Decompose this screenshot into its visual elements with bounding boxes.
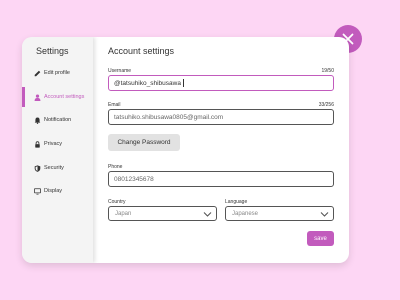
username-char-count: 19/50 [321,68,334,74]
text-caret [182,79,184,87]
edit-pencil-icon [33,69,41,77]
country-select[interactable]: Japan [108,206,217,221]
sidebar-item-security[interactable]: Security [22,160,93,176]
sidebar-item-label: Display [44,188,63,194]
user-icon [33,93,41,101]
username-label: Username [108,68,132,74]
email-field[interactable]: tatsuhiko.shibusawa0805@gmail.com [108,109,334,125]
save-button[interactable]: save [307,231,334,246]
sidebar-item-label: Account settings [44,94,85,100]
sidebar-item-account-settings[interactable]: Account settings [22,87,93,107]
sidebar-item-display[interactable]: Display [22,183,93,199]
country-value: Japan [115,210,132,217]
sidebar-item-privacy[interactable]: Privacy [22,136,93,152]
lock-icon [33,140,41,148]
language-value: Japanese [232,210,259,217]
email-char-count: 33/256 [318,102,334,108]
sidebar-title: Settings [36,46,69,56]
sidebar-item-edit-profile[interactable]: Edit profile [22,65,93,81]
sidebar-item-label: Notification [44,117,72,123]
language-select[interactable]: Japanese [225,206,334,221]
chevron-down-icon [320,210,329,220]
sidebar-item-label: Privacy [44,141,63,147]
phone-label: Phone [108,164,123,170]
change-password-button[interactable]: Change Password [108,134,180,151]
sidebar-item-notification[interactable]: Notification [22,112,93,128]
sidebar-item-label: Edit profile [44,70,70,76]
email-value: tatsuhiko.shibusawa0805@gmail.com [114,113,224,121]
language-label: Language [225,199,248,205]
email-label: Email [108,102,121,108]
sidebar-item-label: Security [44,165,64,171]
country-label: Country [108,199,126,205]
username-field[interactable]: @tatsuhiko_shibusawa [108,75,334,91]
chevron-down-icon [203,210,212,220]
sidebar: Settings Edit profile Account settings N… [22,37,93,263]
settings-card: Settings Edit profile Account settings N… [22,37,349,263]
phone-value: 08012345678 [114,175,154,183]
phone-field[interactable]: 08012345678 [108,171,334,187]
bell-icon [33,116,41,124]
username-value: @tatsuhiko_shibusawa [114,79,181,87]
shield-icon [33,164,41,172]
page-title: Account settings [108,46,175,56]
monitor-icon [33,187,41,195]
active-indicator [22,87,25,107]
